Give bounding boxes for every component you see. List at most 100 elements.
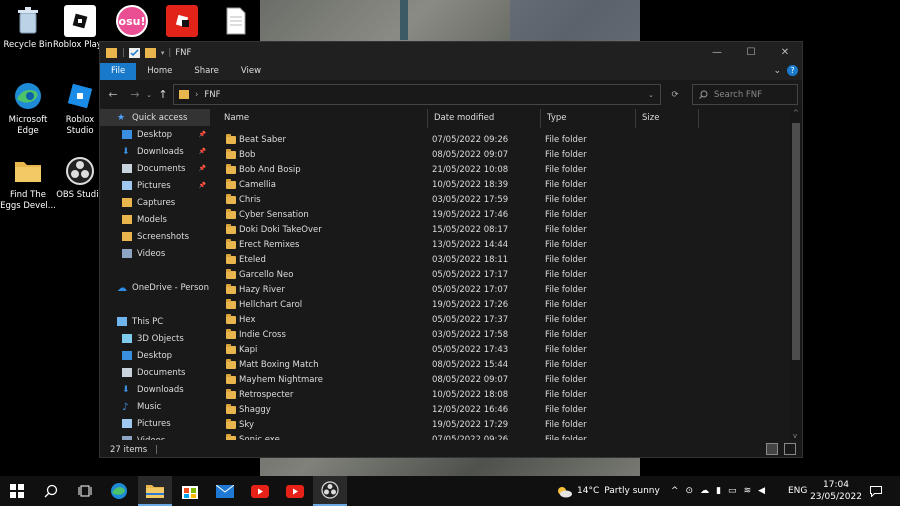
help-icon[interactable]: ? — [787, 65, 798, 76]
desktop-icon-roblox-lock[interactable] — [154, 5, 210, 40]
file-row[interactable]: Matt Boxing Match 08/05/2022 15:44 File fo… — [212, 358, 782, 373]
close-button[interactable]: ✕ — [768, 42, 802, 63]
weather-widget[interactable]: 14°C Partly sunny — [556, 476, 660, 506]
nav-item[interactable]: Documents — [100, 364, 210, 381]
file-row[interactable]: Sky 19/05/2022 17:29 File folder — [212, 418, 782, 433]
nav-item[interactable]: Videos — [100, 245, 210, 262]
file-row[interactable]: Shaggy 12/05/2022 16:46 File folder — [212, 403, 782, 418]
path-segment[interactable]: FNF — [204, 90, 220, 100]
nav-item[interactable]: Desktop 📌 — [100, 126, 210, 143]
nav-item[interactable]: ★ Quick access — [100, 109, 210, 126]
file-row[interactable]: Doki Doki TakeOver 15/05/2022 08:17 File f… — [212, 223, 782, 238]
file-row[interactable]: Cyber Sensation 19/05/2022 17:46 File fold… — [212, 208, 782, 223]
file-row[interactable]: Indie Cross 03/05/2022 17:58 File folder — [212, 328, 782, 343]
show-hidden-icons-chevron-icon[interactable]: ^ — [671, 486, 679, 496]
tab-share[interactable]: Share — [183, 63, 230, 80]
desktop-icon-find-the-eggs[interactable]: Find The Eggs Devel... — [0, 155, 56, 212]
file-row[interactable]: Erect Remixes 13/05/2022 14:44 File folder — [212, 238, 782, 253]
maximize-button[interactable]: ☐ — [734, 42, 768, 63]
file-row[interactable]: Camellia 10/05/2022 18:39 File folder — [212, 178, 782, 193]
recent-locations-chevron-icon[interactable]: ⌄ — [144, 91, 154, 99]
notifications-icon[interactable] — [870, 476, 882, 506]
file-row[interactable]: Bob And Bosip 21/05/2022 10:08 File folder — [212, 163, 782, 178]
taskbar-edge[interactable] — [102, 476, 136, 506]
vertical-scrollbar[interactable]: ^ v — [790, 109, 802, 440]
up-arrow-icon[interactable]: ↑ — [154, 88, 172, 101]
clock[interactable]: 17:04 23/05/2022 — [810, 476, 862, 506]
language-indicator[interactable]: ENG — [788, 476, 807, 506]
column-header-size[interactable]: Size — [636, 109, 699, 128]
scroll-down-icon[interactable]: v — [793, 432, 797, 440]
nav-item[interactable]: This PC — [100, 313, 210, 330]
back-arrow-icon[interactable]: ← — [104, 88, 122, 101]
nav-item[interactable]: Documents 📌 — [100, 160, 210, 177]
desktop-icon-edge[interactable]: Microsoft Edge — [0, 80, 56, 137]
search-button[interactable] — [34, 476, 68, 506]
taskbar-youtube-2[interactable] — [278, 476, 312, 506]
desktop-icon-label: Recycle Bin — [3, 40, 53, 50]
title-bar[interactable]: | ▾ | FNF — ☐ ✕ — [100, 42, 802, 63]
address-dropdown-chevron-icon[interactable]: ⌄ — [648, 91, 654, 99]
tab-view[interactable]: View — [230, 63, 272, 80]
onedrive-cloud-icon[interactable]: ☁ — [700, 486, 709, 496]
minimize-button[interactable]: — — [700, 42, 734, 63]
column-header-type[interactable]: Type — [541, 109, 636, 128]
file-row[interactable]: Hex 05/05/2022 17:37 File folder — [212, 313, 782, 328]
scroll-up-icon[interactable]: ^ — [793, 109, 799, 117]
file-row[interactable]: Retrospecter 10/05/2022 18:08 File folder — [212, 388, 782, 403]
desktop-icon-osu[interactable]: osu! — [104, 5, 160, 40]
meet-now-icon[interactable]: ⊙ — [686, 486, 694, 496]
file-row[interactable]: Garcello Neo 05/05/2022 17:17 File folder — [212, 268, 782, 283]
customize-quick-access-icon[interactable]: ▾ — [161, 49, 165, 57]
microphone-icon[interactable]: ▮ — [716, 486, 721, 496]
file-row[interactable]: Sonic.exe 07/05/2022 09:26 File folder — [212, 433, 782, 440]
large-icons-view-icon[interactable] — [784, 443, 796, 455]
taskbar-file-explorer[interactable] — [138, 476, 172, 506]
address-field[interactable]: › FNF ⌄ — [173, 84, 661, 105]
file-row[interactable]: Kapi 05/05/2022 17:43 File folder — [212, 343, 782, 358]
expand-ribbon-chevron-icon[interactable]: ⌄ — [773, 66, 781, 76]
search-input[interactable] — [714, 89, 794, 100]
nav-item[interactable]: ⬇ Downloads — [100, 381, 210, 398]
start-button[interactable] — [0, 476, 34, 506]
nav-item[interactable]: Captures — [100, 194, 210, 211]
nav-item[interactable]: Models — [100, 211, 210, 228]
network-icon[interactable]: ≋ — [744, 486, 752, 496]
taskbar-youtube-1[interactable] — [243, 476, 277, 506]
column-header-date-modified[interactable]: Date modified — [428, 109, 541, 128]
volume-icon[interactable]: ◀ — [758, 486, 765, 496]
file-row[interactable]: Hazy River 05/05/2022 17:07 File folder — [212, 283, 782, 298]
battery-icon[interactable]: ▭ — [728, 486, 737, 496]
nav-item[interactable]: ☁ OneDrive - Person — [100, 279, 210, 296]
file-row[interactable]: Mayhem Nightmare 08/05/2022 09:07 File fol… — [212, 373, 782, 388]
nav-item[interactable]: ⬇ Downloads 📌 — [100, 143, 210, 160]
file-row[interactable]: Bob 08/05/2022 09:07 File folder — [212, 148, 782, 163]
file-row[interactable]: Eteled 03/05/2022 18:11 File folder — [212, 253, 782, 268]
tab-file[interactable]: File — [100, 63, 137, 80]
nav-item[interactable]: Screenshots — [100, 228, 210, 245]
nav-item[interactable]: Desktop — [100, 347, 210, 364]
desktop-icon-recycle-bin[interactable]: Recycle Bin — [0, 5, 56, 51]
taskbar-mail[interactable] — [208, 476, 242, 506]
nav-item[interactable]: ♪ Music — [100, 398, 210, 415]
refresh-icon[interactable]: ⟳ — [665, 84, 685, 105]
details-view-icon[interactable] — [766, 443, 778, 455]
new-folder-icon[interactable] — [144, 47, 156, 58]
file-explorer-window: | ▾ | FNF — ☐ ✕ File Home Share View ⌄ ?… — [99, 41, 803, 458]
forward-arrow-icon[interactable]: → — [126, 88, 144, 101]
desktop-icon-document[interactable] — [208, 5, 264, 40]
tab-home[interactable]: Home — [136, 63, 183, 80]
nav-item[interactable]: Pictures — [100, 415, 210, 432]
search-box[interactable] — [692, 84, 798, 105]
scrollbar-thumb[interactable] — [792, 123, 800, 360]
task-view-button[interactable] — [68, 476, 102, 506]
nav-item[interactable]: Videos — [100, 432, 210, 440]
file-row[interactable]: Chris 03/05/2022 17:59 File folder — [212, 193, 782, 208]
nav-item[interactable]: Pictures 📌 — [100, 177, 210, 194]
taskbar-obs[interactable] — [313, 476, 347, 506]
properties-icon[interactable] — [128, 47, 140, 58]
file-row[interactable]: Beat Saber 07/05/2022 09:26 File folder — [212, 133, 782, 148]
taskbar-store[interactable] — [173, 476, 207, 506]
nav-item[interactable]: 3D Objects — [100, 330, 210, 347]
file-row[interactable]: Hellchart Carol 19/05/2022 17:26 File fold… — [212, 298, 782, 313]
